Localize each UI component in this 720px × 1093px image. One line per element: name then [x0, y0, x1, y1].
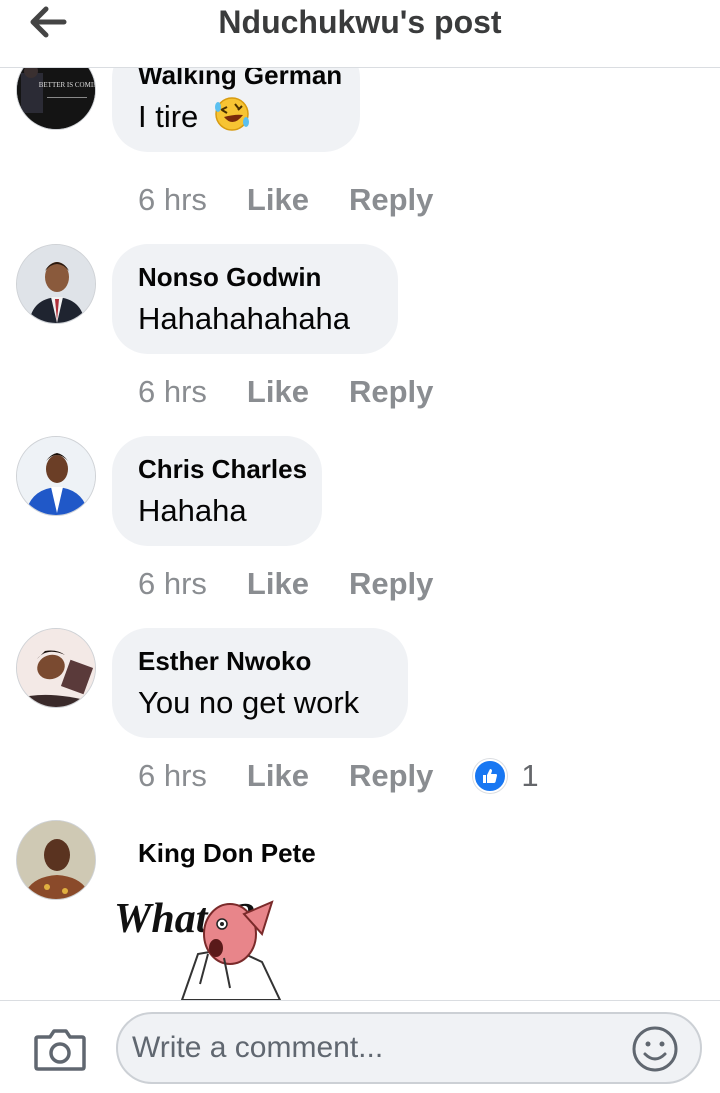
like-button[interactable]: Like [247, 566, 309, 602]
comment-item: Nonso Godwin Hahahahahaha 6 hrs Like Rep… [0, 244, 720, 436]
page-title: Nduchukwu's post [218, 4, 502, 40]
comment-text: You no get work [138, 685, 360, 720]
comment-bubble[interactable]: Nonso Godwin Hahahahahaha [112, 244, 398, 354]
emoji-button[interactable] [630, 1024, 680, 1074]
avatar[interactable] [16, 820, 96, 900]
comment-bubble[interactable]: Chris Charles Hahaha [112, 436, 322, 546]
comment-time[interactable]: 6 hrs [138, 182, 207, 218]
comment-bubble[interactable]: Esther Nwoko You no get work [112, 628, 408, 738]
comment-input[interactable] [116, 1012, 702, 1084]
top-bar: Nduchukwu's post [0, 0, 720, 68]
sticker-image[interactable]: What !? [112, 884, 292, 1000]
comment-author[interactable]: King Don Pete [138, 836, 316, 870]
comment-author[interactable]: Chris Charles [138, 452, 307, 486]
avatar-image: BETTER IS COMING [17, 68, 96, 129]
comment-list: BETTER IS COMING Walking German I tire 6… [0, 68, 720, 1000]
comment-actions: 6 hrs Like Reply [138, 564, 473, 604]
avatar-image [17, 245, 95, 323]
reply-button[interactable]: Reply [349, 758, 433, 794]
comment-item: BETTER IS COMING Walking German I tire 6… [0, 68, 720, 256]
comment-text: I tire [138, 95, 334, 139]
camera-icon [34, 1029, 86, 1071]
like-button[interactable]: Like [247, 758, 309, 794]
reaction-summary[interactable]: 1 [473, 758, 539, 794]
comment-author[interactable]: Walking German [138, 68, 342, 92]
reply-button[interactable]: Reply [349, 374, 433, 410]
comment-item: Esther Nwoko You no get work 6 hrs Like … [0, 628, 720, 820]
thumbs-up-icon [473, 759, 508, 793]
avatar-caption: BETTER IS COMING [39, 81, 96, 89]
avatar[interactable] [16, 628, 96, 708]
comment-bubble[interactable]: Walking German I tire [112, 68, 360, 152]
comment-item: Chris Charles Hahaha 6 hrs Like Reply [0, 436, 720, 628]
like-button[interactable]: Like [247, 374, 309, 410]
avatar[interactable]: BETTER IS COMING [16, 68, 96, 130]
comment-text-content: I tire [138, 99, 199, 134]
reply-button[interactable]: Reply [349, 182, 433, 218]
comment-time[interactable]: 6 hrs [138, 758, 207, 794]
avatar-image [17, 821, 95, 899]
comment-item: King Don Pete [0, 820, 720, 1000]
comment-author[interactable]: Esther Nwoko [138, 644, 382, 678]
camera-button[interactable] [32, 1025, 88, 1073]
rolling-on-floor-laughing-icon [214, 97, 249, 131]
comment-composer [0, 1000, 720, 1093]
comment-actions: 6 hrs Like Reply [138, 180, 473, 220]
comment-text: Hahahahahaha [138, 301, 351, 336]
smiley-icon [632, 1026, 678, 1072]
comment-actions: 6 hrs Like Reply [138, 372, 473, 412]
comment-text: Hahaha [138, 493, 247, 528]
avatar[interactable] [16, 244, 96, 324]
avatar-image [17, 437, 95, 515]
comment-time[interactable]: 6 hrs [138, 374, 207, 410]
reply-button[interactable]: Reply [349, 566, 433, 602]
comment-author[interactable]: Nonso Godwin [138, 260, 372, 294]
reaction-count: 1 [521, 758, 539, 793]
avatar[interactable] [16, 436, 96, 516]
avatar-image [17, 629, 95, 707]
comment-actions: 6 hrs Like Reply 1 [138, 756, 539, 796]
like-button[interactable]: Like [247, 182, 309, 218]
comment-time[interactable]: 6 hrs [138, 566, 207, 602]
what-fish-sticker: What !? [114, 896, 282, 1000]
